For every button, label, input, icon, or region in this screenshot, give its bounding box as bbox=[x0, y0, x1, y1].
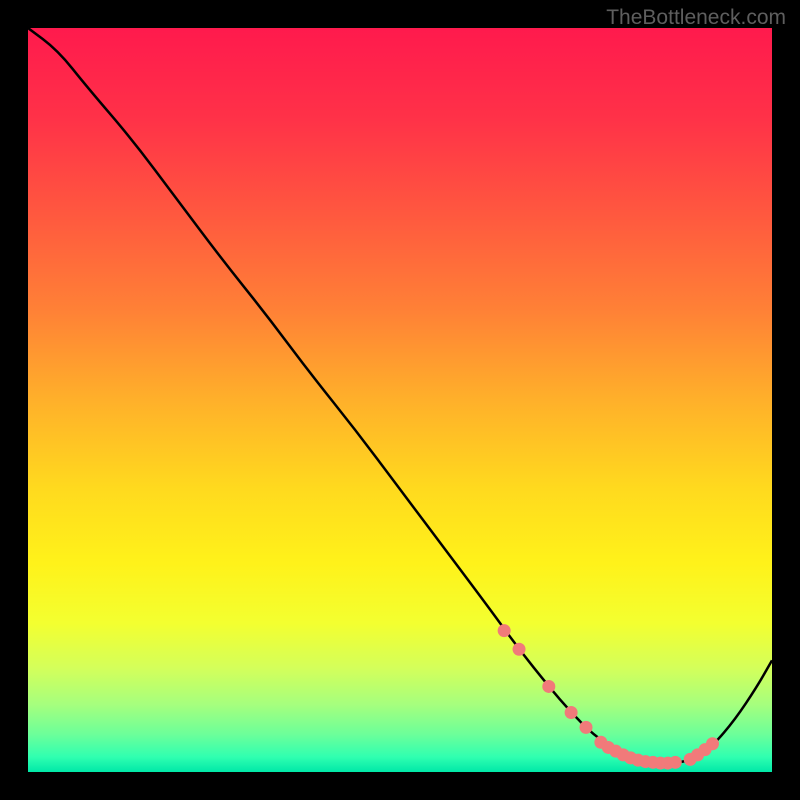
curve-marker bbox=[498, 624, 511, 637]
curve-marker bbox=[542, 680, 555, 693]
chart-background bbox=[28, 28, 772, 772]
curve-marker bbox=[706, 737, 719, 750]
watermark-text: TheBottleneck.com bbox=[606, 6, 786, 30]
curve-marker bbox=[669, 756, 682, 769]
curve-marker bbox=[513, 643, 526, 656]
chart-svg bbox=[28, 28, 772, 772]
curve-marker bbox=[580, 721, 593, 734]
curve-marker bbox=[565, 706, 578, 719]
chart-plot-area bbox=[28, 28, 772, 772]
